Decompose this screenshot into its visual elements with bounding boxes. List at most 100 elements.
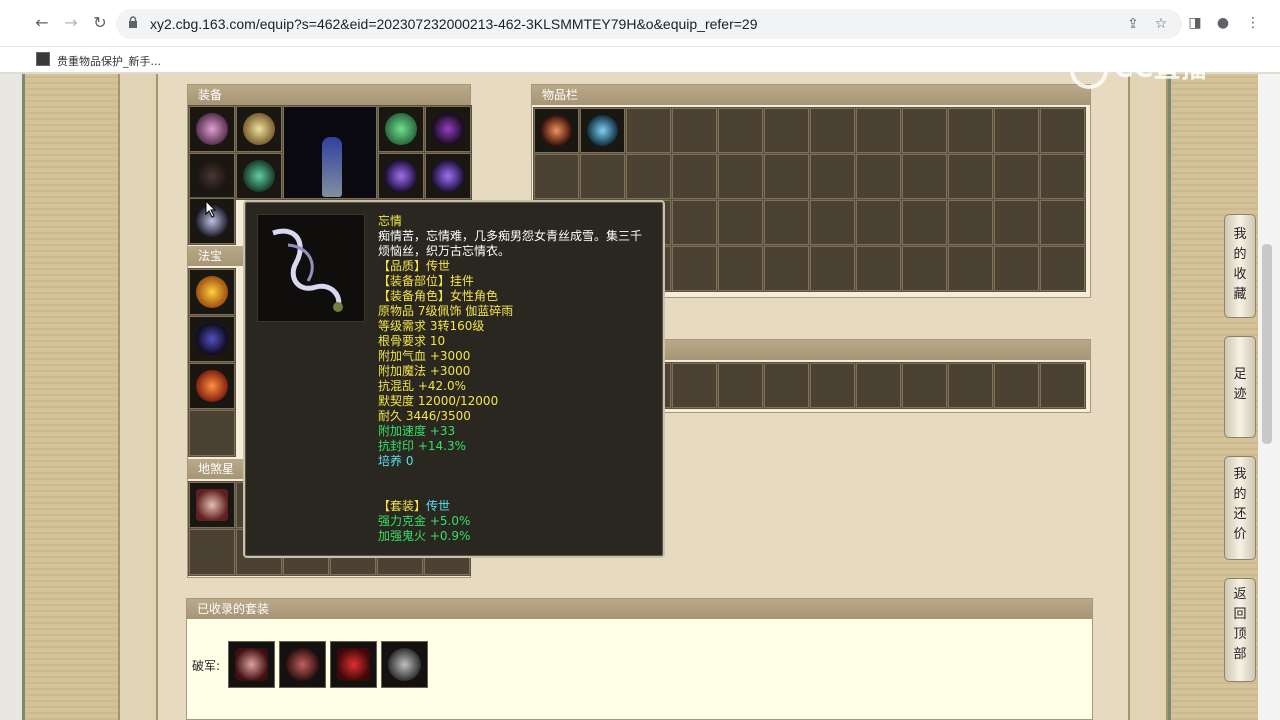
inventory-slot[interactable] [672, 200, 717, 245]
suit-item-1[interactable] [228, 641, 275, 688]
share-icon[interactable]: ⇪ [1124, 15, 1142, 33]
inventory-slot[interactable] [994, 246, 1039, 291]
inventory-slot[interactable] [764, 154, 809, 199]
inventory-slot[interactable] [902, 154, 947, 199]
inventory-slot[interactable] [994, 200, 1039, 245]
inventory-slot[interactable] [534, 154, 579, 199]
reload-icon[interactable]: ↻ [89, 12, 111, 34]
inventory-2-slot[interactable] [994, 363, 1039, 408]
inventory-slot[interactable] [626, 108, 671, 153]
inventory-slot[interactable] [718, 154, 763, 199]
inventory-slot[interactable] [764, 246, 809, 291]
btn-char: 我 [1233, 467, 1247, 482]
star-slot[interactable] [189, 529, 235, 575]
inventory-slot[interactable] [810, 154, 855, 199]
inventory-slot[interactable] [810, 108, 855, 153]
equip-slot-necklace[interactable] [236, 106, 282, 152]
inventory-2-slot[interactable] [948, 363, 993, 408]
inventory-slot[interactable] [948, 154, 993, 199]
inventory-2-slot[interactable] [672, 363, 717, 408]
inventory-slot[interactable] [672, 246, 717, 291]
inventory-slot[interactable] [994, 108, 1039, 153]
equip-slot-armor[interactable] [236, 153, 282, 199]
item-origin: 原物品 7级佩饰 伽蓝碎雨 [378, 304, 514, 318]
inventory-slot[interactable] [718, 246, 763, 291]
equip-slot-mask[interactable] [378, 106, 424, 152]
inventory-slot[interactable] [1040, 154, 1085, 199]
inventory-2-slot[interactable] [1040, 363, 1085, 408]
fabao-slot-4[interactable] [189, 410, 235, 456]
suit-bonus-1: 强力克金 +5.0% [378, 514, 471, 528]
inventory-slot[interactable] [626, 154, 671, 199]
address-bar[interactable]: xy2.cbg.163.com/equip?s=462&eid=20230723… [116, 9, 1182, 39]
bookmark-link[interactable]: 贵重物品保护_新手... [57, 53, 161, 69]
equip-slot-weapon[interactable] [189, 153, 235, 199]
suit-item-2[interactable] [279, 641, 326, 688]
footprints-button[interactable]: 足 迹 [1224, 336, 1256, 438]
star-slot-1[interactable] [189, 482, 235, 528]
star-title: 地煞星 [188, 459, 246, 479]
inventory-2-slot[interactable] [810, 363, 855, 408]
inventory-2-slot[interactable] [856, 363, 901, 408]
equip-slot-orb-1[interactable] [378, 153, 424, 199]
suit-item-3[interactable] [330, 641, 377, 688]
inventory-2-slot[interactable] [718, 363, 763, 408]
inventory-slot[interactable] [580, 154, 625, 199]
inventory-slot[interactable] [948, 246, 993, 291]
equip-slot-ring[interactable] [425, 106, 471, 152]
star-icon[interactable]: ☆ [1152, 15, 1170, 33]
my-bids-button[interactable]: 我 的 还 价 [1224, 456, 1256, 560]
btn-char: 的 [1233, 247, 1247, 262]
bookmark-favicon-icon [36, 52, 50, 66]
character-avatar [283, 106, 377, 199]
item-quality: 【品质】传世 [378, 259, 451, 273]
item-resist-seal: 抗封印 +14.3% [378, 439, 466, 453]
fabao-slot-3[interactable] [189, 363, 235, 409]
inventory-slot[interactable] [856, 200, 901, 245]
btn-char: 我 [1233, 227, 1247, 242]
inventory-slot[interactable] [810, 200, 855, 245]
inventory-slot-1[interactable] [534, 108, 579, 153]
forward-icon[interactable]: → [60, 12, 82, 34]
inventory-slot[interactable] [856, 154, 901, 199]
inventory-slot[interactable] [672, 108, 717, 153]
inventory-slot[interactable] [718, 108, 763, 153]
suit-item-4[interactable] [381, 641, 428, 688]
inventory-slot[interactable] [764, 200, 809, 245]
inventory-slot[interactable] [902, 200, 947, 245]
inventory-slot[interactable] [902, 246, 947, 291]
suits-title: 已收录的套装 [187, 599, 1092, 619]
equip-slot-orb-2[interactable] [425, 153, 471, 199]
inventory-slot[interactable] [1040, 108, 1085, 153]
back-icon[interactable]: ← [31, 12, 53, 34]
inventory-slot[interactable] [1040, 246, 1085, 291]
inventory-2-slot[interactable] [902, 363, 947, 408]
back-to-top-button[interactable]: 返 回 顶 部 [1224, 578, 1256, 682]
btn-char: 藏 [1233, 287, 1247, 302]
inventory-slot[interactable] [764, 108, 809, 153]
equip-slot-helmet[interactable] [189, 106, 235, 152]
inventory-slot[interactable] [718, 200, 763, 245]
btn-char: 还 [1233, 507, 1247, 522]
profile-icon[interactable]: ● [1214, 14, 1232, 32]
inventory-slot[interactable] [1040, 200, 1085, 245]
inventory-slot[interactable] [902, 108, 947, 153]
suit-row-label: 破军: [192, 659, 221, 673]
my-favorites-button[interactable]: 我 的 收 藏 [1224, 214, 1256, 318]
sidepanel-icon[interactable]: ◨ [1186, 14, 1204, 32]
inventory-slot[interactable] [856, 108, 901, 153]
inventory-slot[interactable] [856, 246, 901, 291]
item-tacit: 默契度 12000/12000 [378, 394, 499, 408]
inventory-slot[interactable] [672, 154, 717, 199]
suit-bonus-2: 加强鬼火 +0.9% [378, 529, 471, 543]
scrollbar-thumb[interactable] [1262, 244, 1272, 444]
inventory-slot[interactable] [810, 246, 855, 291]
fabao-slot-2[interactable] [189, 316, 235, 362]
inventory-slot-2[interactable] [580, 108, 625, 153]
menu-icon[interactable]: ⋮ [1244, 14, 1262, 32]
inventory-2-slot[interactable] [764, 363, 809, 408]
inventory-slot[interactable] [948, 200, 993, 245]
inventory-slot[interactable] [994, 154, 1039, 199]
fabao-slot-1[interactable] [189, 269, 235, 315]
inventory-slot[interactable] [948, 108, 993, 153]
